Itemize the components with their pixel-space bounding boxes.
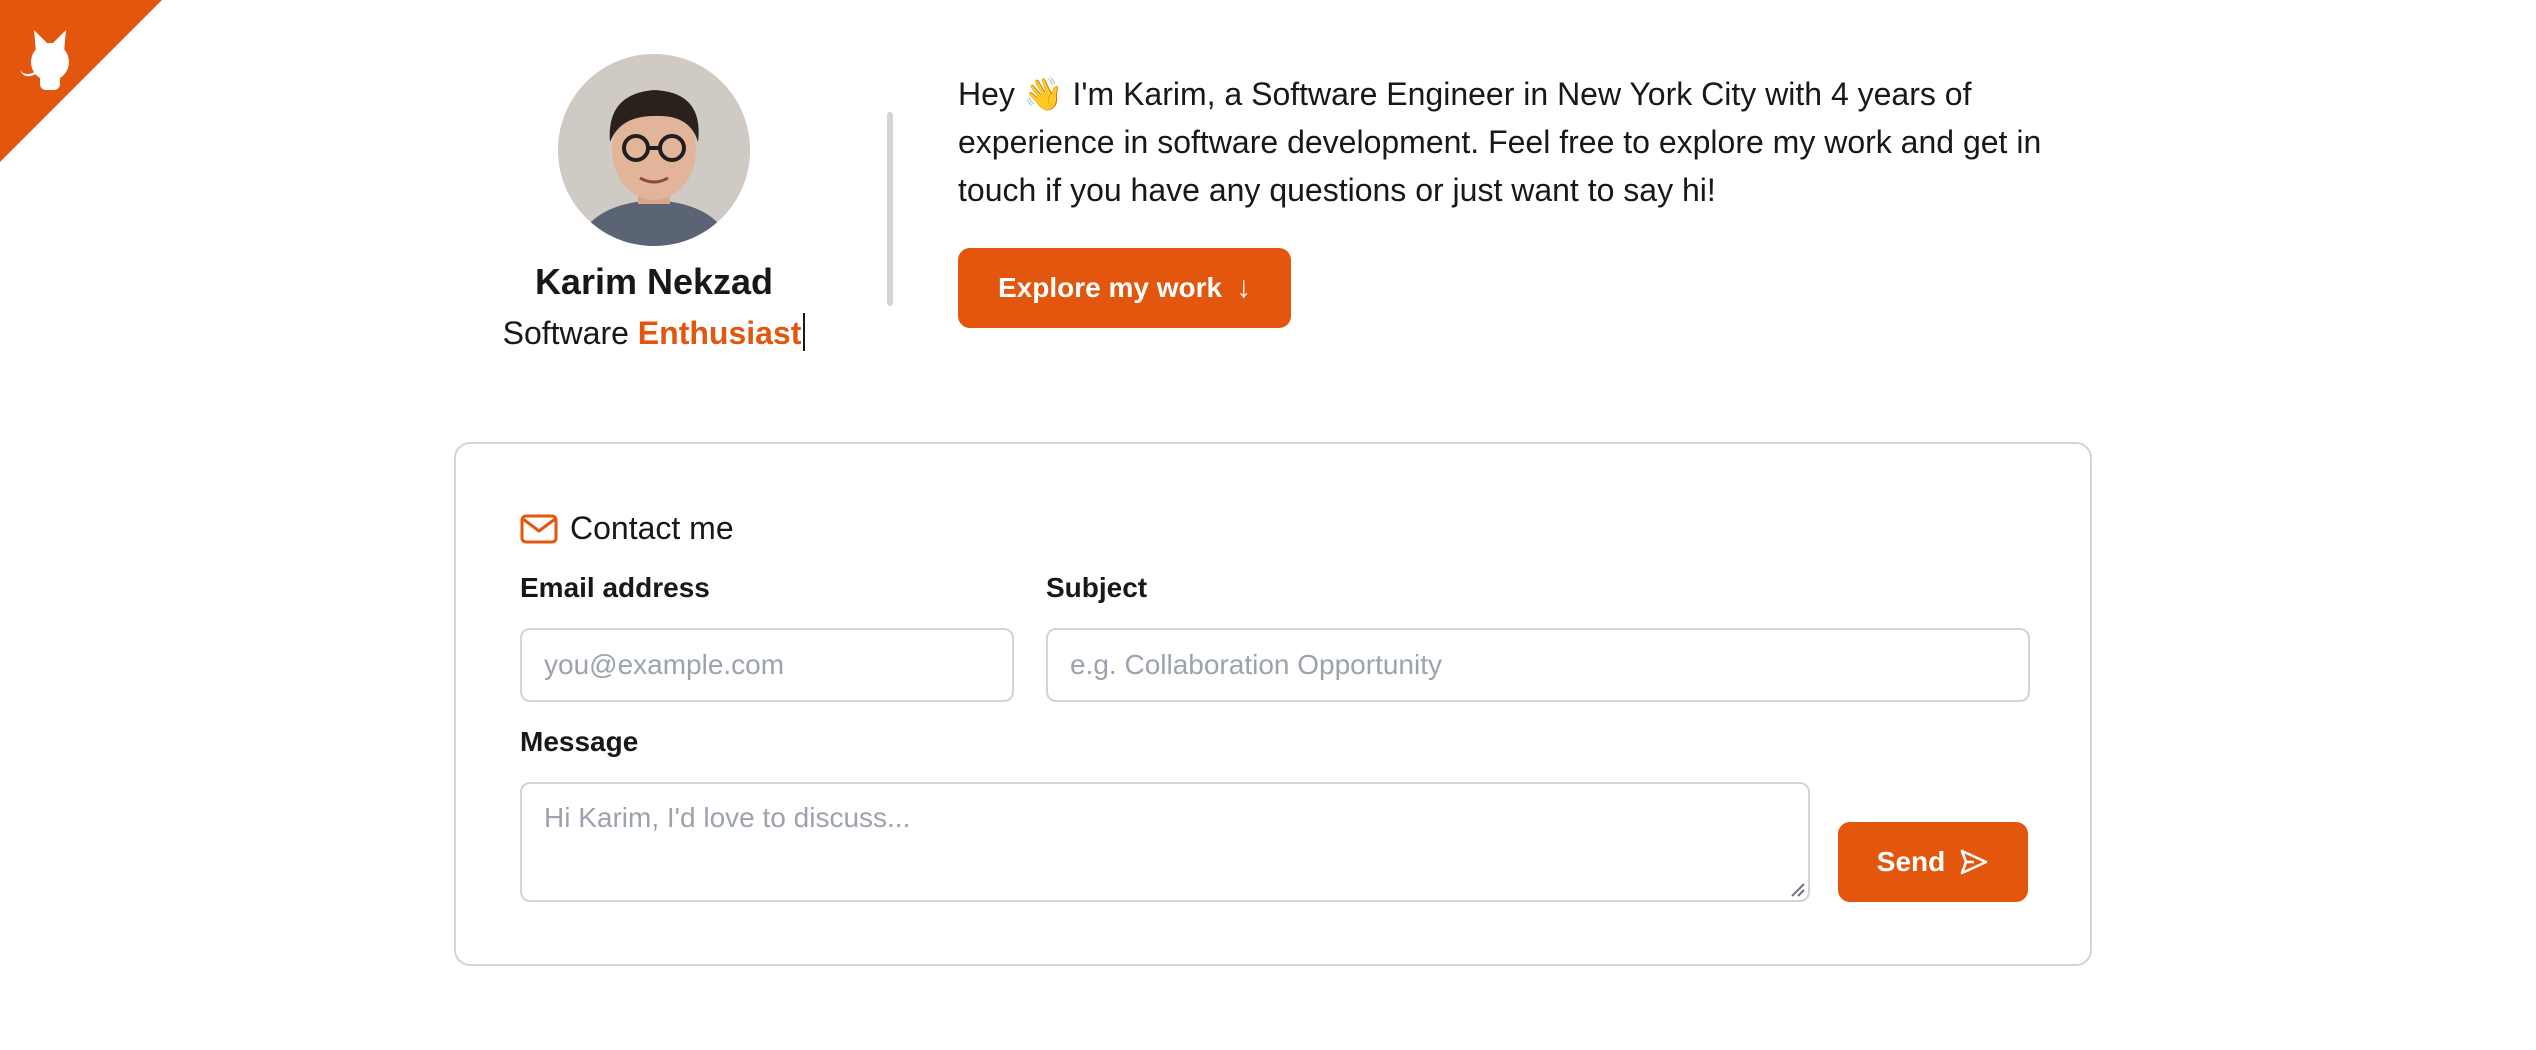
vertical-divider [887, 112, 893, 306]
email-label: Email address [520, 572, 710, 603]
role-highlight: Enthusiast [637, 315, 802, 352]
mail-icon [520, 514, 558, 544]
typing-caret [803, 313, 806, 352]
subject-label: Subject [1046, 572, 1148, 603]
contact-card: Contact me Email address Subject Message… [454, 442, 2092, 966]
email-field[interactable] [520, 628, 1014, 702]
avatar-photo [558, 54, 750, 246]
send-button[interactable]: Send [1838, 822, 2028, 902]
contact-title-text: Contact me [570, 510, 734, 546]
profile-card: Karim Nekzad Software Enthusiast [452, 54, 856, 355]
resize-grip-icon[interactable] [1788, 880, 1806, 898]
explore-button-label: Explore my work [998, 272, 1223, 303]
profile-name: Karim Nekzad [534, 261, 774, 302]
hero-section: Karim Nekzad Software Enthusiast Hey 👋 I… [0, 0, 2536, 400]
intro-block: Hey 👋 I'm Karim, a Software Engineer in … [958, 70, 2098, 328]
explore-work-button[interactable]: Explore my work ↓ [958, 248, 1292, 328]
send-button-label: Send [1876, 846, 1946, 877]
send-icon [1960, 849, 1988, 875]
avatar [558, 54, 750, 246]
subject-field[interactable] [1046, 628, 2030, 702]
intro-text: Hey 👋 I'm Karim, a Software Engineer in … [958, 76, 2042, 208]
message-field[interactable] [520, 782, 1810, 902]
message-label: Message [520, 726, 639, 757]
role-prefix: Software [502, 315, 629, 352]
arrow-down-icon: ↓ [1236, 271, 1252, 304]
profile-role: Software Enthusiast [452, 313, 856, 355]
contact-title: Contact me [520, 510, 734, 547]
